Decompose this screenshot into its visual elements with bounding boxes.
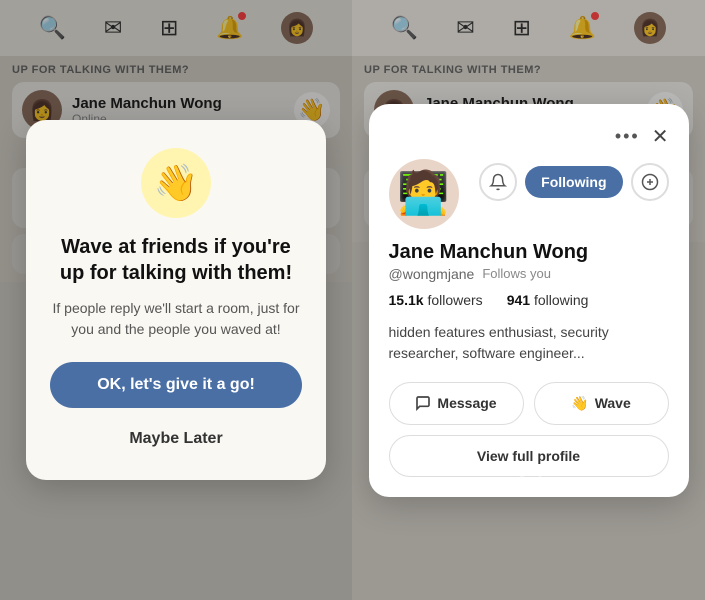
profile-action-buttons: Following (479, 163, 668, 201)
wave-emoji: 👋 (141, 148, 211, 218)
message-label: Message (437, 395, 496, 411)
watermark: wongmjane (490, 461, 567, 477)
left-panel: 🔍 ✉ ⊞ 🔔 👩 UP FOR TALKING WITH THEM? 👩 Ja… (0, 0, 352, 600)
following-label: following (534, 292, 588, 308)
wave-action-button[interactable]: 👋 Wave (534, 382, 669, 425)
left-modal-overlay: 👋 Wave at friends if you're up for talki… (0, 0, 352, 600)
followers-count: 15.1k (389, 292, 424, 308)
profile-stats: 15.1k followers 941 following (389, 292, 669, 308)
ok-button[interactable]: OK, let's give it a go! (50, 362, 302, 408)
profile-handle: @wongmjane (389, 266, 475, 282)
message-button[interactable]: Message (389, 382, 524, 425)
maybe-later-button[interactable]: Maybe Later (50, 418, 302, 460)
wave-emoji-btn: 👋 (571, 395, 588, 412)
profile-card: ••• ✕ 🧑‍💻 Following (369, 104, 689, 497)
profile-handle-row: @wongmjane Follows you (389, 266, 669, 282)
right-panel: 🔍 ✉ ⊞ 🔔 👩 UP FOR TALKING WITH THEM? 👩 Ja… (352, 0, 705, 600)
wave-label: Wave (595, 395, 631, 411)
right-overlay: ••• ✕ 🧑‍💻 Following (352, 0, 705, 600)
wave-title: Wave at friends if you're up for talking… (50, 234, 302, 286)
following-stat[interactable]: 941 following (507, 292, 589, 308)
followers-label: followers (427, 292, 482, 308)
wave-description: If people reply we'll start a room, just… (50, 298, 302, 340)
profile-name: Jane Manchun Wong (389, 241, 669, 264)
following-count: 941 (507, 292, 530, 308)
follows-you-label: Follows you (482, 266, 551, 281)
following-button[interactable]: Following (525, 166, 622, 198)
followers-stat[interactable]: 15.1k followers (389, 292, 483, 308)
profile-bio: hidden features enthusiast, security res… (389, 322, 669, 364)
profile-actions-row: Message 👋 Wave (389, 382, 669, 425)
add-friend-button[interactable] (631, 163, 669, 201)
close-profile-button[interactable]: ✕ (652, 124, 669, 149)
profile-card-header: ••• ✕ (389, 124, 669, 149)
profile-avatar: 🧑‍💻 (389, 159, 459, 229)
wave-modal: 👋 Wave at friends if you're up for talki… (26, 120, 326, 480)
notification-bell-button[interactable] (479, 163, 517, 201)
more-options-button[interactable]: ••• (615, 126, 640, 147)
